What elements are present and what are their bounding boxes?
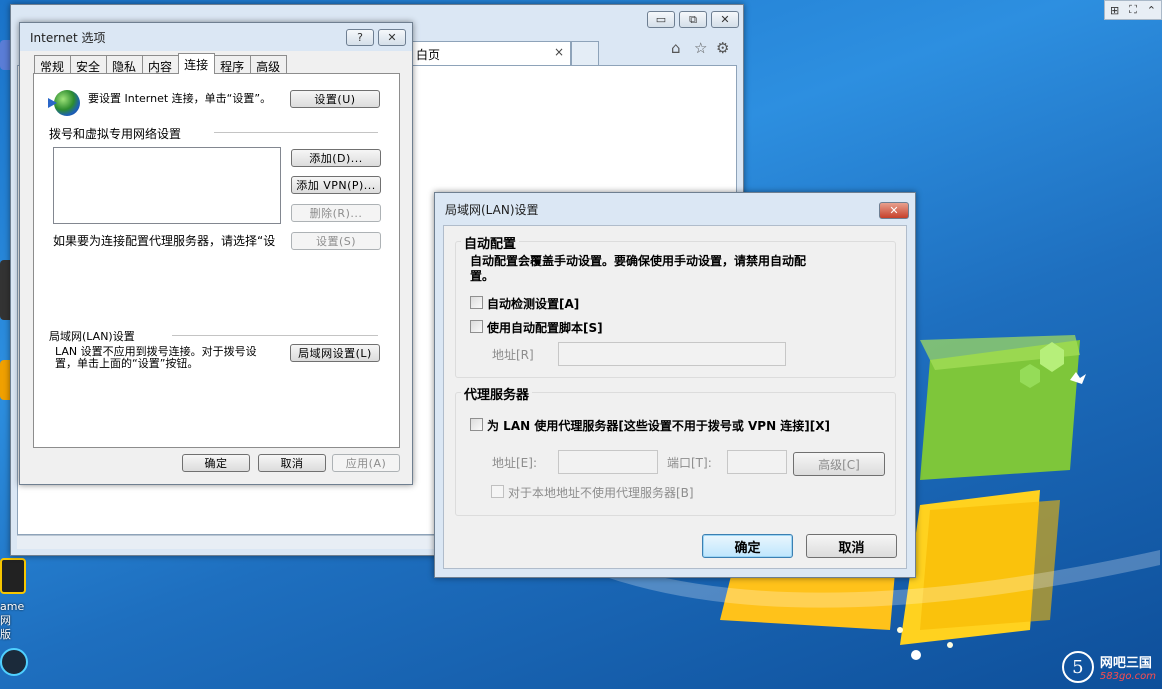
use-script-checkbox[interactable] [470,320,483,333]
connections-panel: 要设置 Internet 连接，单击“设置”。 设置(U) 拨号和虚拟专用网络设… [33,73,400,448]
divider [214,132,378,133]
site-watermark: 5 网吧三国 583go.com [1061,651,1156,683]
favorites-star-icon[interactable]: ☆ [694,39,707,57]
lan-description: LAN 设置不应用到拨号连接。对于拨号设 置，单击上面的“设置”按钮。 [55,345,257,370]
desktop-icon-label: ame网 版 [0,600,25,641]
bypass-local-label[interactable]: 对于本地地址不使用代理服务器[B] [508,484,694,501]
add-button[interactable]: 添加(D)... [291,149,381,167]
gear-icon[interactable]: ⚙ [716,39,729,57]
proxy-port-label: 端口[T]: [667,456,712,470]
auto-config-description: 自动配置会覆盖手动设置。要确保使用手动设置，请禁用自动配 置。 [470,254,807,283]
tab-privacy[interactable]: 隐私 [106,55,144,74]
dialog-client: 自动配置 自动配置会覆盖手动设置。要确保使用手动设置，请禁用自动配 置。 自动检… [443,225,907,569]
dialup-section-label: 拨号和虚拟专用网络设置 [49,127,182,141]
grid-icon[interactable]: ⊞ [1110,4,1119,17]
chevron-up-icon[interactable]: ⌃ [1147,4,1156,17]
auto-config-title: 自动配置 [461,233,520,252]
script-address-label: 地址[R] [492,348,534,362]
bypass-local-checkbox[interactable] [491,485,504,498]
browser-tab[interactable]: 白页 × [409,41,571,65]
tab-content[interactable]: 内容 [142,55,180,74]
add-vpn-button[interactable]: 添加 VPN(P)... [291,176,381,194]
lan-section-label: 局域网(LAN)设置 [49,330,135,343]
power-app-icon[interactable] [0,648,28,676]
use-proxy-checkbox[interactable] [470,418,483,431]
proxy-port-input[interactable] [727,450,787,474]
minimize-button[interactable]: ▭ [647,11,675,28]
use-proxy-label[interactable]: 为 LAN 使用代理服务器[这些设置不用于拨号或 VPN 连接][X] [487,417,830,434]
close-button[interactable]: ✕ [879,202,909,219]
help-button[interactable]: ? [346,29,374,46]
use-script-label[interactable]: 使用自动配置脚本[S] [487,319,603,336]
cancel-button[interactable]: 取消 [806,534,897,558]
dialog-titlebar: 局域网(LAN)设置 [435,193,915,225]
script-address-input[interactable] [558,342,786,366]
apply-button[interactable]: 应用(A) [332,454,400,472]
restore-button[interactable]: ⧉ [679,11,707,28]
close-button[interactable]: ✕ [378,29,406,46]
auto-detect-checkbox[interactable] [470,296,483,309]
tab-close-icon[interactable]: × [554,45,564,59]
tab-programs[interactable]: 程序 [214,55,252,74]
auto-detect-label[interactable]: 自动检测设置[A] [487,295,579,312]
lan-settings-button[interactable]: 局域网设置(L) [290,344,380,362]
watermark-url: 583go.com [1099,671,1156,682]
dialog-client: 常规 安全 隐私 内容 连接 程序 高级 要设置 Internet 连接，单击“… [20,51,412,484]
ok-button[interactable]: 确定 [702,534,793,558]
game-app-icon[interactable] [0,558,26,594]
proxy-hint-text: 如果要为连接配置代理服务器，请选择“设 [53,234,276,248]
divider [172,335,378,336]
tab-connections[interactable]: 连接 [178,53,216,74]
cancel-button[interactable]: 取消 [258,454,326,472]
remove-button[interactable]: 删除(R)... [291,204,381,222]
advanced-button[interactable]: 高级[C] [793,452,885,476]
ok-button[interactable]: 确定 [182,454,250,472]
watermark-logo: 5 [1061,651,1094,683]
watermark-name: 网吧三国 [1099,656,1152,671]
top-right-toolbar: ⊞ ⛶ ⌃ [1104,0,1162,20]
tab-security[interactable]: 安全 [70,55,108,74]
dialog-title: 局域网(LAN)设置 [445,202,539,217]
internet-options-dialog: Internet 选项 ? ✕ 常规 安全 隐私 内容 连接 程序 高级 要设置… [19,22,413,485]
tab-strip: 常规 安全 隐私 内容 连接 程序 高级 [34,53,288,74]
settings-button[interactable]: 设置(S) [291,232,381,250]
proxy-group-title: 代理服务器 [461,384,533,403]
tab-title: 白页 [416,48,441,62]
connections-list[interactable] [53,147,281,224]
setup-text: 要设置 Internet 连接，单击“设置”。 [88,92,272,105]
arrow-icon [48,98,57,108]
proxy-address-input[interactable] [558,450,658,474]
tab-general[interactable]: 常规 [34,55,72,74]
setup-button[interactable]: 设置(U) [290,90,380,108]
proxy-address-label: 地址[E]: [492,456,537,470]
close-button[interactable]: ✕ [711,11,739,28]
fullscreen-icon[interactable]: ⛶ [1129,3,1137,17]
globe-icon [54,90,80,116]
home-icon[interactable]: ⌂ [671,39,681,57]
lan-settings-dialog: 局域网(LAN)设置 ✕ 自动配置 自动配置会覆盖手动设置。要确保使用手动设置，… [434,192,916,578]
dialog-title: Internet 选项 [30,30,106,45]
tab-advanced[interactable]: 高级 [250,55,288,74]
new-tab-button[interactable] [571,41,599,65]
